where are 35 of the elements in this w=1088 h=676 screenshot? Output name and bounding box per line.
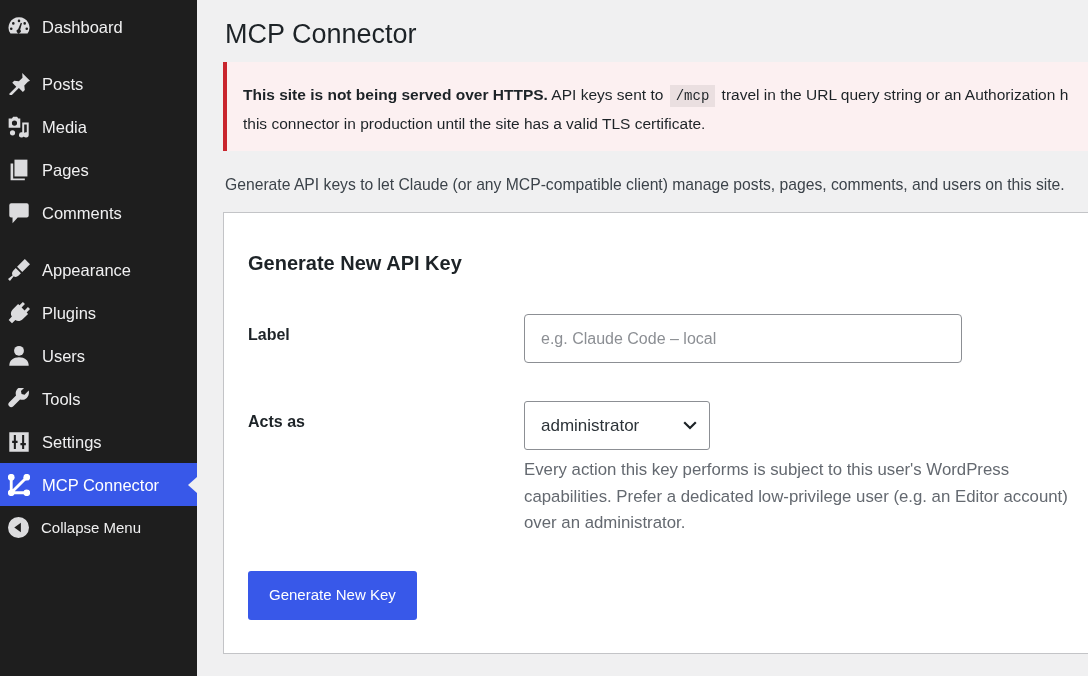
menu-item[interactable]: Appearance (0, 248, 197, 291)
user-icon (8, 344, 30, 367)
pin-icon (8, 72, 30, 95)
nodes-icon (8, 473, 30, 496)
page-title: MCP Connector (225, 18, 417, 51)
menu-item[interactable]: Posts (0, 62, 197, 105)
sliders-icon (8, 430, 30, 453)
label-input[interactable]: e.g. Claude Code – local (524, 314, 962, 363)
menu-item[interactable]: Plugins (0, 291, 197, 334)
plug-icon (8, 301, 30, 324)
card-title: Generate New API Key (248, 251, 462, 276)
collapse-menu-button[interactable]: Collapse Menu (0, 506, 197, 549)
generate-key-button[interactable]: Generate New Key (248, 570, 417, 620)
menu-item[interactable]: Pages (0, 148, 197, 191)
speech-bubble-icon (8, 201, 30, 224)
notice-text: This site is not being served over HTTPS. API keys sent to /mcp travel in the URL query string or an Authorization h this connector in production until the site has a valid TLS certificate. (243, 84, 1069, 134)
help-text: Every action this key performs is subject to this user's WordPress capabilities. Prefer a dedicated low-privilege user (e.g. an Editor account) over an administrator. (524, 459, 1069, 534)
menu-item[interactable]: Dashboard (0, 5, 197, 48)
intro-text: Generate API keys to let Claude (or any MCP-compatible client) manage posts, pages, comments, and users on this site. (225, 175, 1065, 195)
field-label: Acts as (248, 412, 305, 432)
paintbrush-icon (8, 258, 30, 281)
menu-item[interactable]: Settings (0, 420, 197, 463)
wrench-icon (8, 387, 30, 410)
menu-item[interactable]: Comments (0, 191, 197, 234)
menu-item[interactable]: MCP Connector (0, 463, 197, 506)
camera-note-icon (8, 115, 30, 138)
role-select[interactable]: administrator (524, 401, 710, 450)
chevron-down-icon (683, 421, 697, 430)
menu-item[interactable]: Tools (0, 377, 197, 420)
pages-icon (8, 158, 30, 181)
selection-arrow-icon (188, 476, 197, 493)
field-label: Label (248, 325, 290, 345)
menu-item[interactable]: Users (0, 334, 197, 377)
menu-item[interactable]: Media (0, 105, 197, 148)
circle-arrow-left-icon (8, 517, 29, 538)
